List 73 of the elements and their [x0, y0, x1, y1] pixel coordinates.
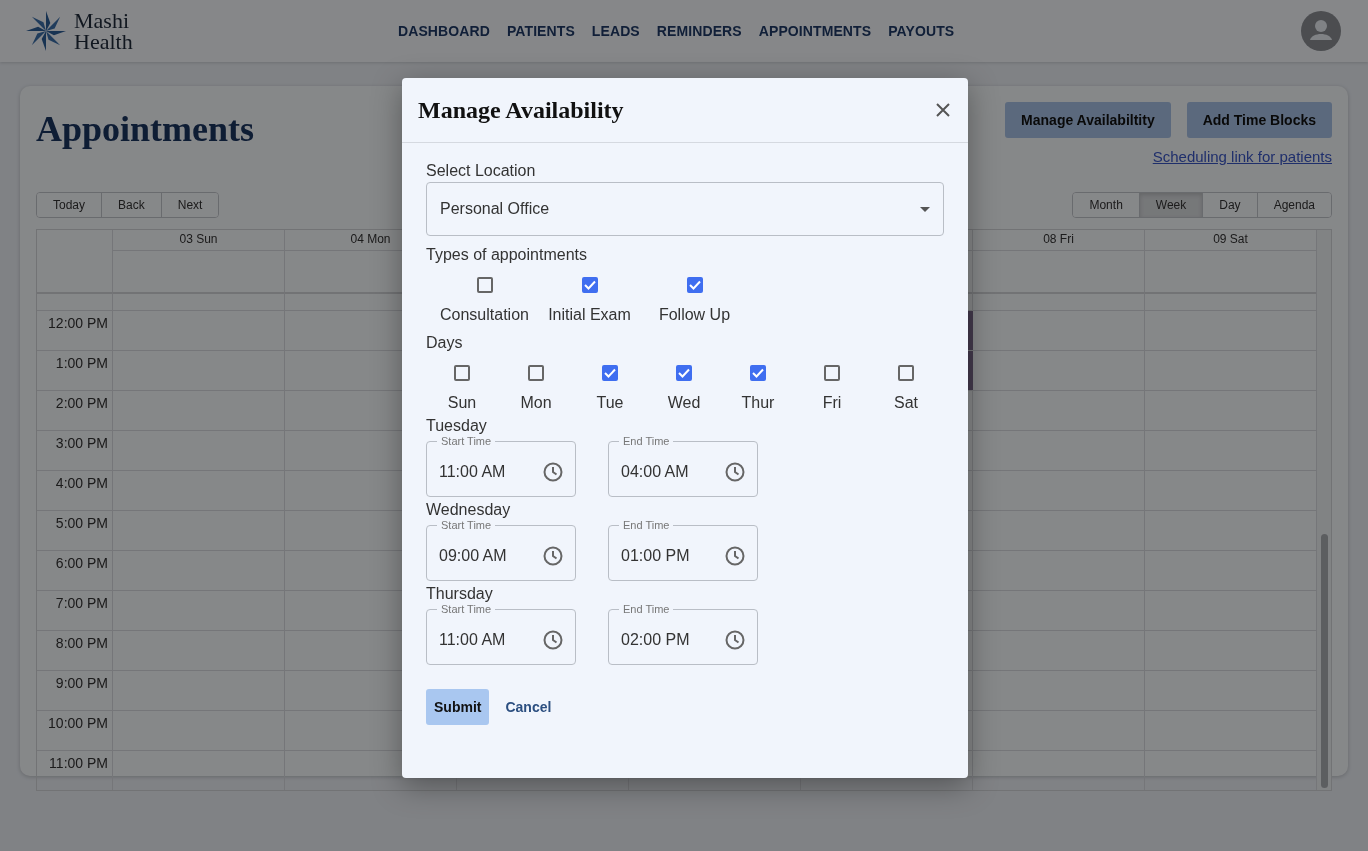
- time-label: 9:00 PM: [37, 670, 112, 710]
- section-label: Days: [426, 333, 464, 352]
- day-header: 03 Sun: [112, 230, 284, 250]
- checkbox[interactable]: [676, 365, 692, 381]
- checkbox[interactable]: [581, 277, 598, 293]
- end-time-field[interactable]: End Time 02:00 PM: [608, 603, 758, 665]
- checkbox[interactable]: [898, 365, 914, 381]
- checkbox-label: Thur: [741, 393, 775, 412]
- checkbox-label: Fri: [822, 393, 842, 412]
- logo-text: Health: [74, 31, 133, 52]
- scrollbar-thumb[interactable]: [1321, 534, 1328, 788]
- checkbox[interactable]: [454, 365, 470, 381]
- checkbox-label: Sun: [447, 393, 477, 412]
- clock-icon[interactable]: [725, 461, 745, 482]
- end-time-field[interactable]: End Time 04:00 AM: [608, 435, 758, 497]
- checkbox-label: Initial Exam: [548, 305, 631, 324]
- calendar-nav-button[interactable]: Next: [160, 193, 219, 217]
- start-time-field[interactable]: Start Time 11:00 AM: [426, 435, 576, 497]
- clock-icon[interactable]: [543, 629, 563, 650]
- time-label: 4:00 PM: [37, 470, 112, 510]
- time-label: 5:00 PM: [37, 510, 112, 550]
- time-label: 11:00 PM: [37, 750, 112, 790]
- checkbox-label: Wed: [667, 393, 701, 412]
- time-label: 2:00 PM: [37, 390, 112, 430]
- view-tab[interactable]: Agenda: [1256, 193, 1331, 217]
- checkbox[interactable]: [824, 365, 840, 381]
- start-time-field[interactable]: Start Time 11:00 AM: [426, 603, 576, 665]
- day-label: Wednesday: [426, 500, 511, 519]
- nav-link[interactable]: LEADS: [591, 23, 640, 39]
- day-label: Thursday: [426, 584, 493, 603]
- clock-icon[interactable]: [543, 461, 563, 482]
- clock-icon[interactable]: [725, 545, 745, 566]
- checkbox[interactable]: [750, 365, 766, 381]
- clock-icon[interactable]: [543, 545, 563, 566]
- nav-link[interactable]: PAYOUTS: [888, 23, 955, 39]
- scheduling-link[interactable]: Scheduling link for patients: [1152, 148, 1332, 165]
- field-label: Select Location: [426, 161, 537, 180]
- end-time-field[interactable]: End Time 01:00 PM: [608, 519, 758, 581]
- time-label: 3:00 PM: [37, 430, 112, 470]
- checkbox[interactable]: [602, 365, 618, 381]
- close-icon[interactable]: [936, 103, 950, 117]
- clock-icon[interactable]: [725, 629, 745, 650]
- time-label: 1:00 PM: [37, 350, 112, 390]
- time-label: 6:00 PM: [37, 550, 112, 590]
- time-label: 10:00 PM: [37, 710, 112, 750]
- view-tab[interactable]: Week: [1138, 193, 1203, 217]
- day-header: 08 Fri: [972, 230, 1144, 250]
- nav-link[interactable]: DASHBOARD: [398, 23, 490, 39]
- checkbox[interactable]: [528, 365, 544, 381]
- checkbox-label: Follow Up: [658, 305, 731, 324]
- checkbox-label: Consultation: [440, 305, 529, 324]
- time-label: 12:00 PM: [37, 310, 112, 350]
- submit-button[interactable]: Submit: [426, 689, 490, 725]
- logo-text: Mashi: [74, 10, 130, 31]
- checkbox-label: Sat: [894, 393, 918, 412]
- action-button[interactable]: Manage Availabiltity: [1005, 102, 1171, 138]
- time-label: 8:00 PM: [37, 630, 112, 670]
- action-button[interactable]: Add Time Blocks: [1186, 102, 1332, 138]
- caret-icon: [920, 206, 930, 212]
- checkbox-label: Tue: [596, 393, 624, 412]
- day-label: Tuesday: [426, 416, 487, 435]
- time-label: 7:00 PM: [37, 590, 112, 630]
- checkbox-label: Mon: [520, 393, 552, 412]
- start-time-field[interactable]: Start Time 09:00 AM: [426, 519, 576, 581]
- checkbox[interactable]: [686, 277, 703, 293]
- page-title: Appointments: [36, 108, 255, 151]
- checkbox[interactable]: [476, 277, 493, 293]
- nav-link[interactable]: APPOINTMENTS: [758, 23, 872, 39]
- nav-link[interactable]: REMINDERS: [656, 23, 742, 39]
- location-select[interactable]: Personal Office: [426, 182, 944, 236]
- nav-link[interactable]: PATIENTS: [506, 23, 575, 39]
- cancel-button[interactable]: Cancel: [505, 699, 552, 715]
- dialog-title: Manage Availability: [418, 96, 624, 124]
